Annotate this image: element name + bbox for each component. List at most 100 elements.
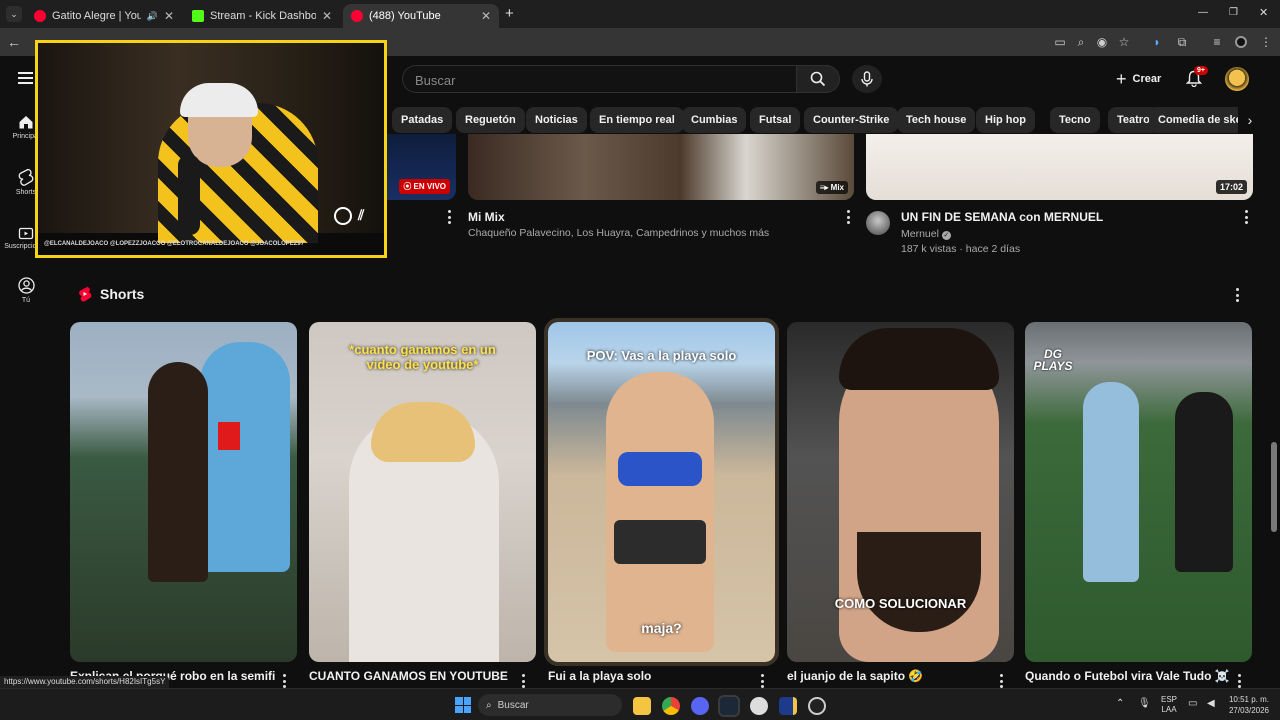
- minimize-button[interactable]: —: [1198, 7, 1208, 18]
- shorts-heading: Shorts: [78, 286, 144, 302]
- video-title[interactable]: Mi Mix: [468, 210, 505, 224]
- tab-list-button[interactable]: ⌄: [6, 6, 22, 22]
- create-button[interactable]: + Crear: [1110, 66, 1176, 92]
- windows-taskbar: ⌕ Buscar ⌃ 🎙 ESP LAA ▭ ◀ 10:51 p. m. 27/…: [0, 688, 1280, 720]
- network-icon[interactable]: ▭: [1188, 698, 1197, 709]
- volume-icon[interactable]: ◀: [1207, 698, 1215, 709]
- hamburger-menu-icon[interactable]: [18, 72, 33, 84]
- search-button[interactable]: [796, 65, 840, 93]
- chips-next-button[interactable]: ›: [1238, 107, 1262, 133]
- chip-tech-house[interactable]: Tech house: [897, 107, 976, 133]
- extensions-puzzle-icon[interactable]: ⧉: [1174, 34, 1190, 50]
- page-scrollbar[interactable]: [1271, 442, 1277, 532]
- tab-youtube[interactable]: (488) YouTube ✕: [343, 4, 499, 28]
- referee-figure: [200, 342, 290, 572]
- back-arrow-icon[interactable]: ←: [6, 34, 22, 50]
- tray-mic-icon[interactable]: 🎙: [1138, 698, 1151, 709]
- subscriptions-icon: [18, 227, 34, 240]
- extension-icon-blue[interactable]: ◗: [1149, 34, 1165, 50]
- clock[interactable]: 10:51 p. m. 27/03/2026: [1225, 694, 1269, 716]
- tab-kick-dashboard[interactable]: Stream - Kick Dashboard ✕: [184, 4, 340, 28]
- video-title[interactable]: UN FIN DE SEMANA con MERNUEL: [901, 210, 1103, 224]
- video-thumbnail-mix[interactable]: ≡▸ Mix: [468, 134, 854, 200]
- short-thumbnail[interactable]: POV: Vas a la playa solo maja?: [544, 318, 779, 666]
- channel-avatar[interactable]: [866, 211, 890, 235]
- chip-hip-hop[interactable]: Hip hop: [976, 107, 1035, 133]
- shorts-menu-icon[interactable]: [1235, 288, 1239, 302]
- file-explorer-icon[interactable]: [633, 697, 651, 715]
- microphone-icon: [861, 71, 873, 87]
- sidebar-item-tu[interactable]: Tú: [0, 277, 52, 304]
- close-tab-icon[interactable]: ✕: [481, 9, 491, 23]
- cast-icon[interactable]: ▭: [1052, 34, 1068, 50]
- avatar[interactable]: [1225, 67, 1249, 91]
- chip-tecno[interactable]: Tecno: [1050, 107, 1100, 133]
- short-title[interactable]: Fui a la playa solo: [548, 669, 753, 683]
- shorts-logo-icon: [79, 287, 92, 302]
- taskbar-search[interactable]: ⌕ Buscar: [478, 694, 622, 716]
- short-menu-icon[interactable]: [282, 674, 286, 688]
- sponsor-logo-icon: [334, 207, 352, 225]
- voice-search-button[interactable]: [852, 65, 882, 93]
- windows-start-icon[interactable]: [455, 697, 471, 713]
- short-title[interactable]: CUANTO GANAMOS EN YOUTUBE: [309, 669, 514, 683]
- browser-menu-icon[interactable]: ⋮: [1258, 34, 1274, 50]
- tab-gatito-alegre[interactable]: Gatito Alegre | YouTube Mu 🔊 ✕: [26, 4, 182, 28]
- short-title[interactable]: el juanjo de la sapito 🤣: [787, 669, 992, 683]
- short-thumbnail[interactable]: [70, 322, 297, 662]
- chip-regueton[interactable]: Reguetón: [456, 107, 525, 133]
- short-overlay-text: COMO SOLUCIONAR: [834, 596, 967, 611]
- webcam-overlay: ⫽ @ELCANALDEJOACO @LOPEZZJOACOO @ELOTROC…: [35, 40, 387, 258]
- video-menu-icon[interactable]: [1244, 210, 1248, 224]
- chip-counter-strike[interactable]: Counter-Strike: [804, 107, 899, 133]
- close-window-button[interactable]: ✕: [1259, 6, 1268, 19]
- channel-name[interactable]: Mernuel ✓: [901, 228, 951, 240]
- search-input[interactable]: Buscar: [402, 65, 796, 93]
- video-menu-icon[interactable]: [846, 210, 850, 224]
- chip-patadas[interactable]: Patadas: [392, 107, 453, 133]
- short-overlay-logo: DG PLAYS: [1033, 347, 1073, 373]
- new-tab-button[interactable]: +: [505, 5, 514, 22]
- chip-cumbias[interactable]: Cumbias: [682, 107, 747, 133]
- video-thumbnail-mernuel[interactable]: 17:02: [866, 134, 1253, 200]
- close-tab-icon[interactable]: ✕: [164, 9, 174, 23]
- video-thumbnail-live[interactable]: ⦿ EN VIVO: [386, 134, 456, 200]
- short-thumbnail[interactable]: DG PLAYS: [1025, 322, 1252, 662]
- app-icon-yellow[interactable]: [779, 697, 797, 715]
- plus-icon: +: [1116, 68, 1127, 89]
- short-menu-icon[interactable]: [521, 674, 525, 688]
- you-icon: [17, 277, 35, 294]
- short-thumbnail[interactable]: COMO SOLUCIONAR: [787, 322, 1014, 662]
- steam-icon[interactable]: [718, 695, 740, 717]
- discord-icon[interactable]: [691, 697, 709, 715]
- zoom-icon[interactable]: ⌕: [1073, 34, 1089, 50]
- chip-en-tiempo-real[interactable]: En tiempo real: [590, 107, 684, 133]
- short-menu-icon[interactable]: [760, 674, 764, 688]
- short-menu-icon[interactable]: [999, 674, 1003, 688]
- audio-icon: 🔊: [146, 10, 158, 21]
- language-indicator[interactable]: ESP LAA: [1161, 695, 1177, 715]
- maximize-button[interactable]: ❐: [1229, 7, 1238, 18]
- bookmark-star-icon[interactable]: ☆: [1116, 34, 1132, 50]
- app-icon[interactable]: [750, 697, 768, 715]
- video-menu-icon[interactable]: [447, 210, 451, 224]
- short-menu-icon[interactable]: [1237, 674, 1241, 688]
- close-tab-icon[interactable]: ✕: [322, 9, 332, 23]
- streamer-cap: [180, 83, 258, 117]
- chrome-icon[interactable]: [662, 697, 680, 715]
- chip-bar: Patadas Reguetón Noticias En tiempo real…: [392, 107, 1260, 133]
- kick-favicon-icon: [192, 10, 204, 22]
- obs-icon[interactable]: [808, 697, 826, 715]
- profile-icon[interactable]: [1233, 34, 1249, 50]
- reading-list-icon[interactable]: ≡: [1209, 34, 1225, 50]
- player-figure-right: [1175, 392, 1233, 572]
- notifications-button[interactable]: 9+: [1185, 66, 1208, 88]
- eye-icon[interactable]: ◉: [1094, 34, 1110, 50]
- short-thumbnail[interactable]: *cuanto ganamos en un video de youtube*: [309, 322, 536, 662]
- short-title[interactable]: Quando o Futebol vira Vale Tudo ☠️: [1025, 669, 1230, 683]
- search-icon: ⌕: [486, 699, 492, 711]
- chip-futsal[interactable]: Futsal: [750, 107, 801, 133]
- red-card: [218, 422, 240, 450]
- chip-noticias[interactable]: Noticias: [526, 107, 587, 133]
- tray-chevron-icon[interactable]: ⌃: [1116, 698, 1124, 709]
